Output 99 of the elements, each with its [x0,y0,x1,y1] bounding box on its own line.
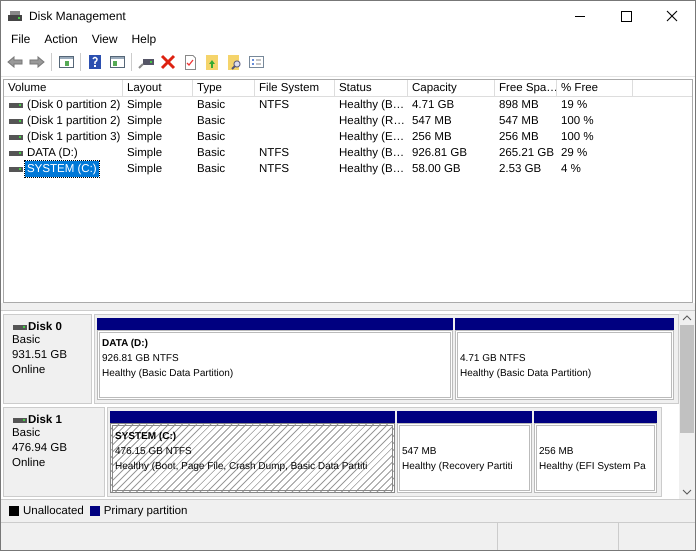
partition-status: Healthy (Boot, Page File, Crash Dump, Basic Data Partiti [115,460,368,474]
disk-info-panel[interactable]: Disk 1 Basic 476.94 GB Online [3,407,105,497]
table-cell-text: Basic [197,98,226,113]
table-cell-text: 256 MB [499,130,539,145]
table-cell-text: 29 % [561,146,588,161]
table-cell-text: Basic [197,162,226,177]
disk-status: Online [12,456,46,471]
partition-box[interactable]: 256 MB Healthy (EFI System Pa [534,423,657,493]
folder-search-icon[interactable] [226,54,242,70]
table-cell-text: NTFS [259,162,290,177]
disk-name: Disk 0 [28,321,62,333]
volume-name[interactable]: (Disk 0 partition 2) [25,97,122,113]
drive-icon [12,322,28,332]
checklist-icon[interactable] [182,54,198,70]
table-cell-text: 2.53 GB [499,162,542,177]
table-cell-text: Healthy (B… [339,98,404,113]
table-cell-text: Simple [127,162,162,177]
table-cell-text: 4.71 GB [412,98,454,113]
column-header[interactable]: Layout [123,80,193,96]
folder-up-icon[interactable] [204,54,220,70]
table-cell-text: NTFS [259,98,290,113]
table-cell-text: Healthy (B… [339,146,404,161]
legend-label: Unallocated [23,505,84,517]
table-cell-text: 100 % [561,130,594,145]
disk-size: 931.51 GB [12,348,68,363]
table-cell-text: 100 % [561,114,594,129]
table-cell-text: Simple [127,114,162,129]
partition-size: 4.71 GB NTFS [460,352,527,366]
partition-box[interactable]: DATA (D:) 926.81 GB NTFS Healthy (Basic Data Partition) [97,330,453,400]
table-cell-text: Basic [197,146,226,161]
table-cell-text: 265.21 GB [499,146,554,161]
table-cell-text: Basic [197,130,226,145]
volume-name[interactable]: SYSTEM (C:) [25,161,99,177]
partition-status: Healthy (EFI System Pa [539,460,647,474]
partition-size: 256 MB [539,445,574,459]
partition-box[interactable]: 547 MB Healthy (Recovery Partiti [397,423,532,493]
back-arrow-icon[interactable] [7,54,23,70]
menu-item[interactable]: File [4,32,38,46]
table-cell-text: Simple [127,146,162,161]
table-cell-text: Basic [197,114,226,129]
drive-icon [8,148,24,158]
volume-name[interactable]: DATA (D:) [25,145,80,161]
column-header[interactable]: Status [335,80,408,96]
disk-size: 476.94 GB [12,441,68,456]
partition-size: 926.81 GB NTFS [102,352,180,366]
table-cell-text: 926.81 GB [412,146,467,161]
table-cell-text: Simple [127,98,162,113]
column-header[interactable]: Capacity [408,80,495,96]
menu-item[interactable]: View [84,32,124,46]
partition-box[interactable]: 4.71 GB NTFS Healthy (Basic Data Partition) [455,330,674,400]
drive-icon [12,415,28,425]
partition-status: Healthy (Basic Data Partition) [102,367,234,381]
menu-item[interactable]: Action [37,32,85,46]
partition-size: 476.15 GB NTFS [115,445,193,459]
column-header[interactable]: % Free [557,80,633,96]
table-cell-text: 256 MB [412,130,452,145]
table-cell-text: Healthy (E… [339,130,404,145]
drive-icon [8,164,24,174]
drive-icon [8,116,24,126]
app-icon [7,10,23,22]
drive-icon [8,132,24,142]
window-title: Disk Management [29,8,126,22]
help-icon[interactable] [87,54,103,70]
disk-status: Online [12,363,46,378]
partition-box[interactable]: SYSTEM (C:) 476.15 GB NTFS Healthy (Boot, Page File, Crash Dump, Basic Data Partiti [110,423,395,493]
menu-item[interactable]: Help [124,32,164,46]
disk-type: Basic [12,333,42,348]
partition-size: 547 MB [402,445,438,459]
volume-name[interactable]: (Disk 1 partition 3) [25,129,122,145]
properties-icon[interactable] [248,54,264,70]
column-header[interactable]: Type [193,80,255,96]
legend-label: Primary partition [104,505,188,517]
table-cell-text: 19 % [561,98,588,113]
scrollbar[interactable] [679,311,695,499]
partition-status: Healthy (Recovery Partiti [402,460,514,474]
column-header[interactable]: Volume [4,80,123,96]
panel-icon[interactable] [58,54,74,70]
partition-title: SYSTEM (C:) [115,430,178,444]
partition-title: DATA (D:) [102,337,149,351]
table-cell-text: Healthy (B… [339,162,404,177]
table-cell-text: Healthy (R… [339,114,405,129]
column-header[interactable]: Free Spa… [495,80,557,96]
volume-name[interactable]: (Disk 1 partition 2) [25,113,122,129]
disk-info-panel[interactable]: Disk 0 Basic 931.51 GB Online [3,314,92,404]
panel-icon[interactable] [109,54,125,70]
delete-icon[interactable] [160,54,176,70]
column-header[interactable]: File System [255,80,335,96]
table-cell-text: 547 MB [412,114,452,129]
table-cell-text: NTFS [259,146,290,161]
table-cell-text: 4 % [561,162,581,177]
table-cell-text: 58.00 GB [412,162,461,177]
forward-arrow-icon[interactable] [29,54,45,70]
drive-icon [8,100,24,110]
table-cell-text: 547 MB [499,114,539,129]
table-cell-text: Simple [127,130,162,145]
partition-status: Healthy (Basic Data Partition) [460,367,592,381]
table-cell-text: 898 MB [499,98,539,113]
disk-type: Basic [12,426,42,441]
disk-name: Disk 1 [28,414,62,426]
